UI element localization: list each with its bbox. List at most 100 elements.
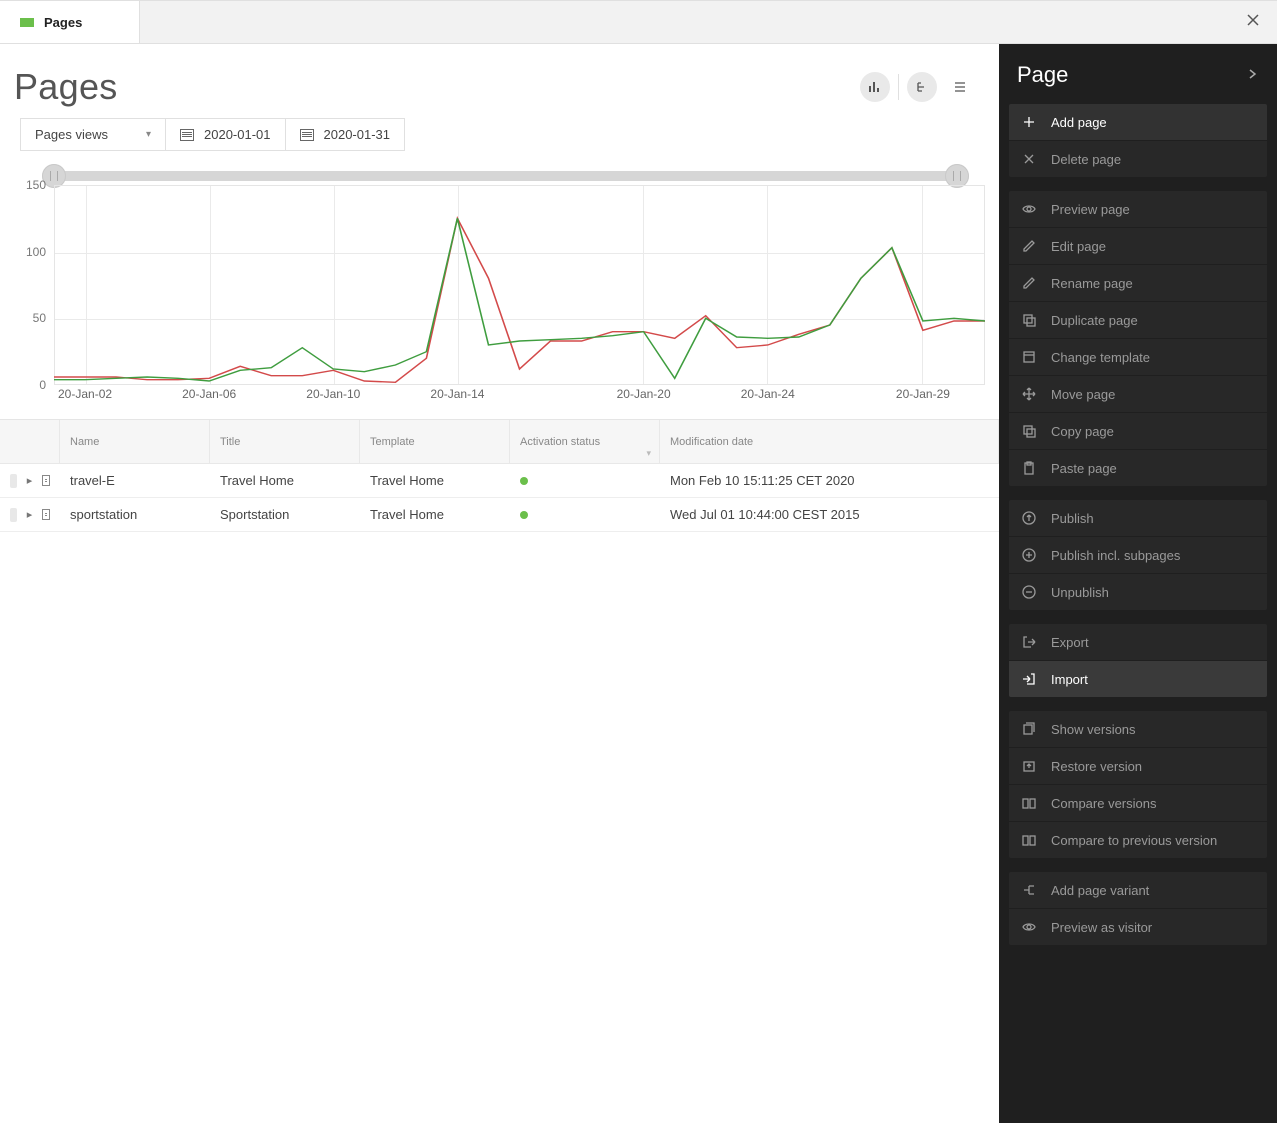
action-preview-visitor[interactable]: Preview as visitor (1009, 908, 1267, 945)
chevron-down-icon: ▾ (146, 129, 151, 140)
variant-icon (1021, 882, 1037, 898)
action-paste-page[interactable]: Paste page (1009, 449, 1267, 486)
copy-icon (1021, 312, 1037, 328)
action-move-page[interactable]: Move page (1009, 375, 1267, 412)
view-chart-button[interactable] (860, 72, 890, 102)
versions-icon (1021, 721, 1037, 737)
compare-icon (1021, 832, 1037, 848)
cell-title: Travel Home (210, 467, 360, 494)
cell-template: Travel Home (360, 501, 510, 528)
th-status[interactable]: Activation status▾ (510, 420, 660, 464)
th-title[interactable]: Title (210, 420, 360, 464)
y-tick-label: 50 (33, 311, 46, 325)
chart-container: 050100150 20-Jan-0220-Jan-0620-Jan-1020-… (14, 171, 985, 405)
view-toggles (860, 72, 975, 102)
chart-area: 050100150 20-Jan-0220-Jan-0620-Jan-1020-… (54, 185, 985, 405)
chart-plot (54, 185, 985, 385)
pencil-icon (1021, 238, 1037, 254)
cell-title: Sportstation (210, 501, 360, 528)
chevron-right-icon[interactable] (1247, 67, 1259, 83)
toolbar-separator (898, 74, 899, 100)
cell-template: Travel Home (360, 467, 510, 494)
action-label: Add page variant (1051, 883, 1149, 898)
close-icon[interactable] (1245, 12, 1261, 33)
action-label: Compare versions (1051, 796, 1157, 811)
th-modified[interactable]: Modification date (660, 420, 999, 464)
action-delete-page[interactable]: Delete page (1009, 140, 1267, 177)
date-to-input[interactable]: 2020-01-31 (285, 118, 406, 151)
action-label: Show versions (1051, 722, 1136, 737)
view-list-button[interactable] (945, 72, 975, 102)
calendar-icon (180, 129, 194, 141)
x-tick-label: 20-Jan-10 (306, 387, 360, 401)
status-dot-icon (520, 511, 528, 519)
action-import[interactable]: Import (1009, 660, 1267, 697)
row-checkbox[interactable] (10, 474, 17, 488)
x-tick-label: 20-Jan-20 (617, 387, 671, 401)
x-axis: 20-Jan-0220-Jan-0620-Jan-1020-Jan-1420-J… (54, 385, 985, 405)
main-content: Pages Pages views ▾ 2020-01-01 2020-0 (0, 44, 999, 1123)
action-label: Copy page (1051, 424, 1114, 439)
expand-icon[interactable]: ▸ (27, 474, 33, 487)
table-row[interactable]: ▸travel-ETravel HomeTravel HomeMon Feb 1… (0, 464, 999, 498)
action-label: Compare to previous version (1051, 833, 1217, 848)
action-rename-page[interactable]: Rename page (1009, 264, 1267, 301)
action-label: Edit page (1051, 239, 1106, 254)
cell-status (510, 467, 660, 494)
eye-icon (1021, 919, 1037, 935)
cell-status (510, 501, 660, 528)
compare-icon (1021, 795, 1037, 811)
date-from-input[interactable]: 2020-01-01 (165, 118, 285, 151)
x-tick-label: 20-Jan-29 (896, 387, 950, 401)
date-to-value: 2020-01-31 (324, 127, 391, 142)
action-change-template[interactable]: Change template (1009, 338, 1267, 375)
pages-app-icon (20, 18, 34, 27)
copy-icon (1021, 423, 1037, 439)
y-tick-label: 150 (26, 178, 46, 192)
sort-indicator-icon: ▾ (646, 448, 651, 459)
action-add-variant[interactable]: Add page variant (1009, 872, 1267, 908)
date-from-value: 2020-01-01 (204, 127, 271, 142)
action-preview-page[interactable]: Preview page (1009, 191, 1267, 227)
action-publish[interactable]: Publish (1009, 500, 1267, 536)
action-compare-versions[interactable]: Compare versions (1009, 784, 1267, 821)
table-row[interactable]: ▸sportstationSportstationTravel HomeWed … (0, 498, 999, 532)
action-show-versions[interactable]: Show versions (1009, 711, 1267, 747)
tab-pages[interactable]: Pages (0, 1, 140, 43)
action-duplicate-page[interactable]: Duplicate page (1009, 301, 1267, 338)
action-edit-page[interactable]: Edit page (1009, 227, 1267, 264)
action-label: Publish incl. subpages (1051, 548, 1180, 563)
action-compare-prev[interactable]: Compare to previous version (1009, 821, 1267, 858)
status-dot-icon (520, 477, 528, 485)
pages-table: Name Title Template Activation status▾ M… (0, 419, 999, 532)
action-unpublish[interactable]: Unpublish (1009, 573, 1267, 610)
action-add-page[interactable]: Add page (1009, 104, 1267, 140)
th-template[interactable]: Template (360, 420, 510, 464)
range-slider[interactable] (54, 171, 957, 181)
upload-tree-icon (1021, 547, 1037, 563)
cell-name: travel-E (60, 467, 210, 494)
action-label: Add page (1051, 115, 1107, 130)
calendar-icon (300, 129, 314, 141)
page-icon (42, 475, 50, 486)
action-label: Preview page (1051, 202, 1130, 217)
tab-bar: Pages (0, 0, 1277, 44)
view-tree-button[interactable] (907, 72, 937, 102)
x-tick-label: 20-Jan-14 (430, 387, 484, 401)
restore-icon (1021, 758, 1037, 774)
action-restore-version[interactable]: Restore version (1009, 747, 1267, 784)
action-label: Delete page (1051, 152, 1121, 167)
action-label: Export (1051, 635, 1089, 650)
chart-series-series-b (54, 218, 985, 381)
action-copy-page[interactable]: Copy page (1009, 412, 1267, 449)
action-label: Duplicate page (1051, 313, 1138, 328)
upload-icon (1021, 510, 1037, 526)
action-export[interactable]: Export (1009, 624, 1267, 660)
cell-modified: Wed Jul 01 10:44:00 CEST 2015 (660, 501, 999, 528)
action-label: Restore version (1051, 759, 1142, 774)
row-checkbox[interactable] (10, 508, 17, 522)
metric-select[interactable]: Pages views ▾ (20, 118, 165, 151)
action-publish-incl[interactable]: Publish incl. subpages (1009, 536, 1267, 573)
th-name[interactable]: Name (60, 420, 210, 464)
expand-icon[interactable]: ▸ (27, 508, 33, 521)
